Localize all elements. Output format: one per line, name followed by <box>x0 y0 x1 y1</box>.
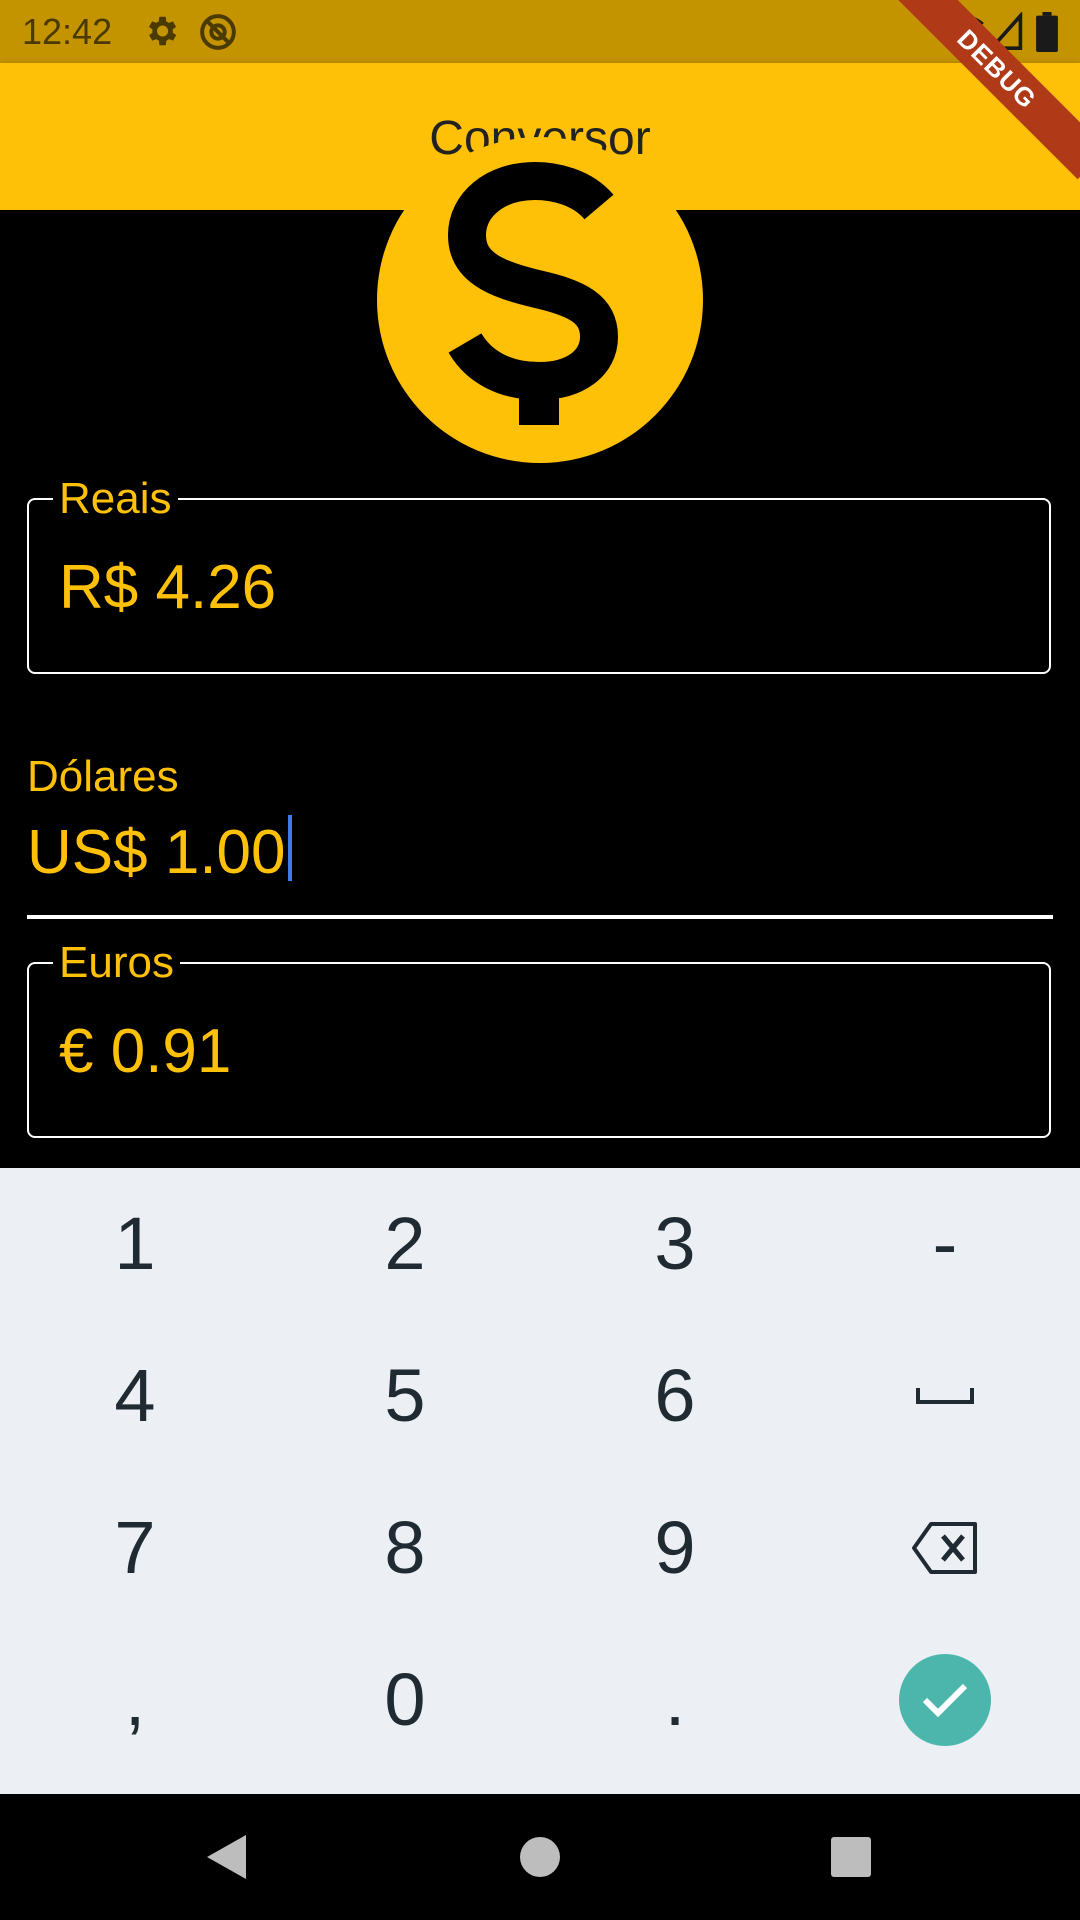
key-period[interactable]: . <box>540 1624 810 1776</box>
dolares-value-wrap: US$ 1.00 <box>27 815 292 888</box>
enter-circle <box>899 1654 991 1746</box>
backspace-icon <box>912 1522 977 1574</box>
euros-label: Euros <box>53 938 180 988</box>
key-3[interactable]: 3 <box>540 1168 810 1320</box>
home-icon[interactable] <box>518 1832 562 1887</box>
key-0[interactable]: 0 <box>270 1624 540 1776</box>
key-backspace[interactable] <box>810 1472 1080 1624</box>
key-enter[interactable] <box>810 1624 1080 1776</box>
key-5[interactable]: 5 <box>270 1320 540 1472</box>
settings-icon <box>142 12 180 55</box>
key-7[interactable]: 7 <box>0 1472 270 1624</box>
key-minus[interactable]: - <box>810 1168 1080 1320</box>
status-time: 12:42 <box>22 11 113 52</box>
key-6[interactable]: 6 <box>540 1320 810 1472</box>
key-8[interactable]: 8 <box>270 1472 540 1624</box>
back-icon[interactable] <box>204 1832 250 1887</box>
key-9[interactable]: 9 <box>540 1472 810 1624</box>
at-icon <box>198 12 238 57</box>
check-icon <box>922 1683 968 1718</box>
key-1[interactable]: 1 <box>0 1168 270 1320</box>
dolares-underline <box>27 915 1053 919</box>
dollar-coin-icon <box>377 137 703 463</box>
key-4[interactable]: 4 <box>0 1320 270 1472</box>
text-cursor <box>287 815 292 881</box>
battery-icon <box>1036 12 1058 57</box>
reais-value: R$ 4.26 <box>59 553 277 622</box>
key-comma[interactable]: , <box>0 1624 270 1776</box>
reais-field[interactable]: Reais R$ 4.26 <box>27 474 1051 674</box>
key-2[interactable]: 2 <box>270 1168 540 1320</box>
recents-icon[interactable] <box>830 1832 872 1887</box>
key-space[interactable] <box>810 1320 1080 1472</box>
dolares-value: US$ 1.00 <box>27 818 286 887</box>
euros-value: € 0.91 <box>59 1017 232 1086</box>
reais-label: Reais <box>53 474 178 524</box>
euros-field[interactable]: Euros € 0.91 <box>27 938 1051 1138</box>
dolares-label: Dólares <box>27 752 179 801</box>
navigation-bar <box>0 1794 1080 1920</box>
space-icon <box>916 1388 974 1404</box>
numeric-keyboard: 1 2 3 - 4 5 6 7 8 9 , 0 . <box>0 1168 1080 1794</box>
